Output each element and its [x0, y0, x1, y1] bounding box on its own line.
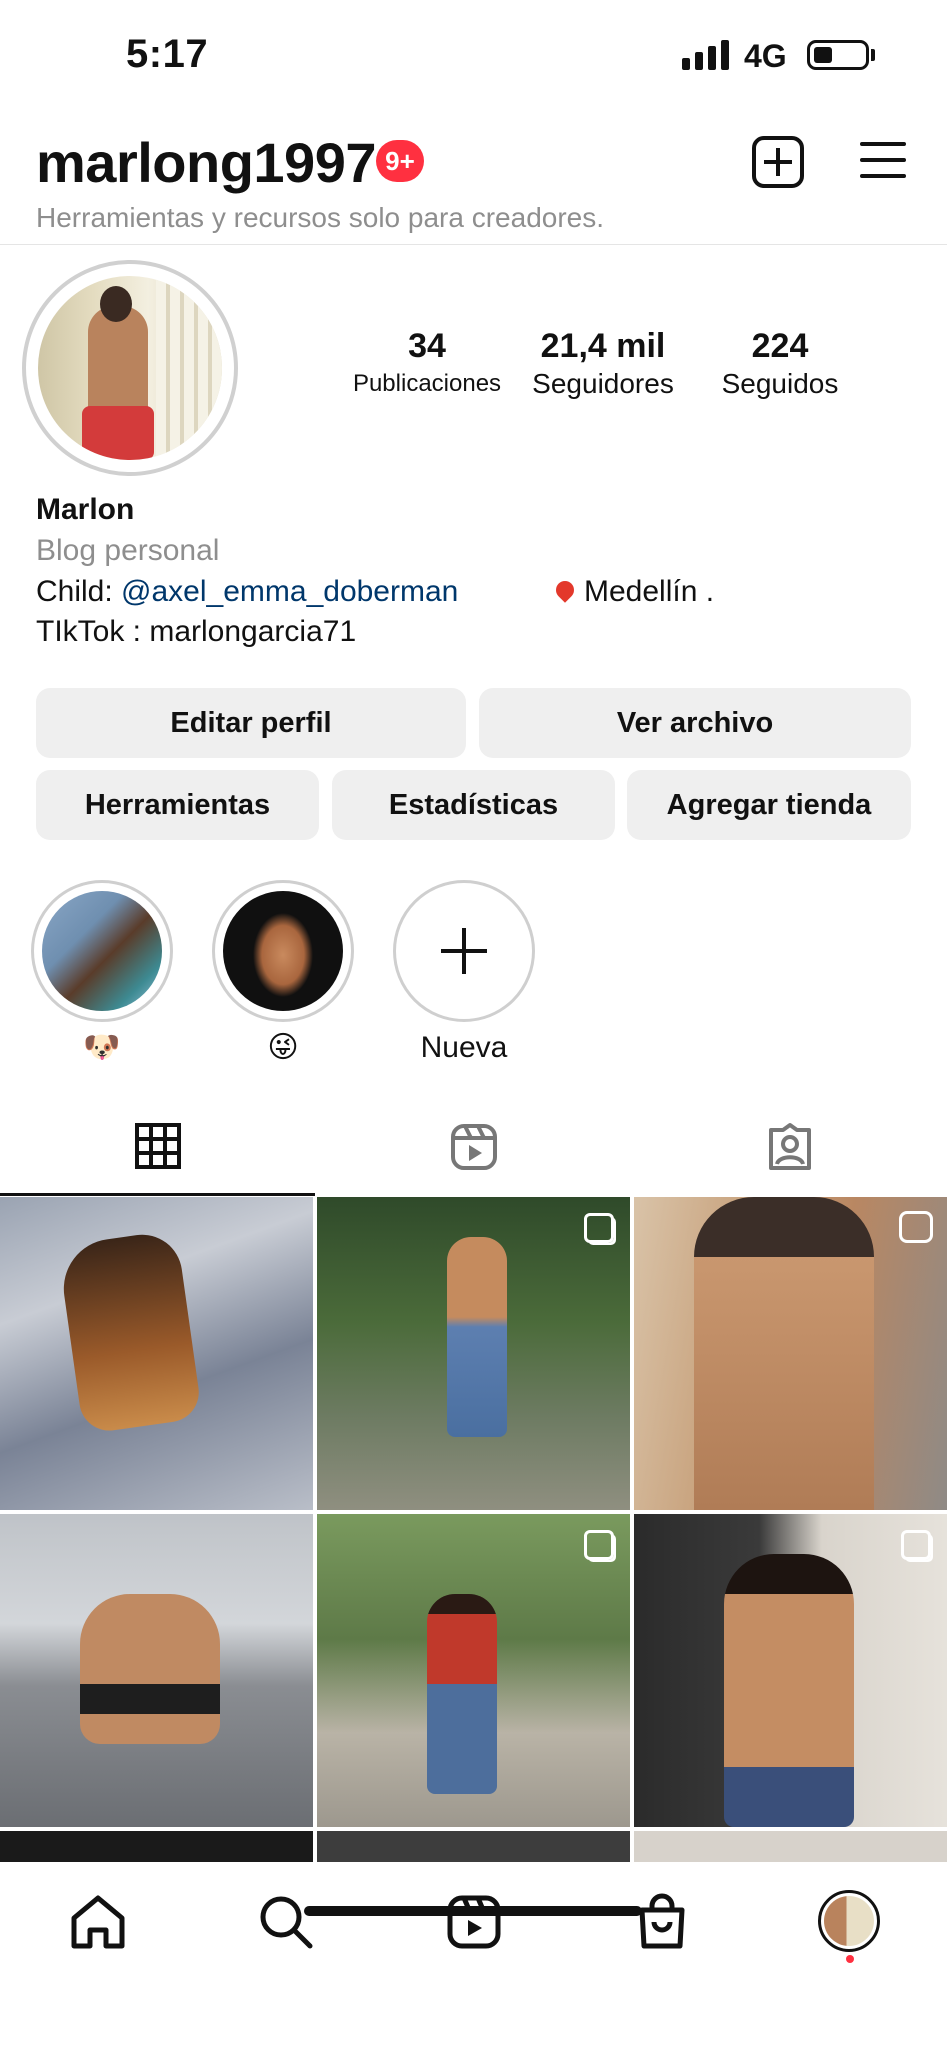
posts-grid: [0, 1197, 947, 1862]
cellular-signal-icon: [682, 38, 732, 70]
plus-icon: [441, 928, 487, 974]
stat-posts-value: 34: [408, 327, 446, 365]
status-bar: 5:17 4G: [0, 0, 947, 110]
view-archive-button[interactable]: Ver archivo: [479, 688, 911, 758]
highlight-cover-ring: [212, 880, 354, 1022]
battery-icon: [807, 40, 869, 70]
stat-followers[interactable]: 21,4 mil Seguidores: [508, 326, 698, 402]
post-thumbnail[interactable]: [0, 1514, 313, 1827]
nav-profile-avatar[interactable]: [818, 1890, 882, 1954]
bio-child-prefix: Child:: [36, 575, 122, 608]
highlight-label: 😜: [267, 1031, 299, 1064]
bio-tiktok: TIkTok : marlongarcia71: [36, 615, 357, 648]
profile-category: Blog personal: [36, 534, 220, 567]
stat-followers-value: 21,4 mil: [540, 327, 666, 365]
profile-content-tabs: [0, 1100, 947, 1196]
nav-shop-icon[interactable]: [630, 1890, 694, 1954]
creator-tools-banner[interactable]: Herramientas y recursos solo para creado…: [36, 202, 604, 234]
stat-posts[interactable]: 34 Publicaciones: [332, 326, 522, 402]
story-highlight-selfie[interactable]: 😜: [212, 880, 354, 1066]
stat-following-value: 224: [751, 327, 809, 365]
new-highlight-button[interactable]: Nueva: [393, 880, 535, 1066]
stat-followers-label: Seguidores: [532, 368, 674, 399]
stat-posts-label: Publicaciones: [352, 370, 502, 397]
tab-reels[interactable]: [316, 1100, 631, 1196]
network-type: 4G: [744, 38, 787, 74]
highlight-label: Nueva: [420, 1031, 508, 1064]
post-thumbnail[interactable]: [0, 1197, 313, 1510]
account-username[interactable]: marlong1997: [36, 130, 377, 195]
create-post-button[interactable]: [752, 136, 804, 188]
stat-following[interactable]: 224 Seguidos: [685, 326, 875, 402]
highlight-label: 🐶: [83, 1031, 121, 1064]
nav-search-icon[interactable]: [254, 1890, 318, 1954]
new-highlight-ring: [393, 880, 535, 1022]
add-shop-button[interactable]: Agregar tienda: [627, 770, 911, 840]
nav-home-icon[interactable]: [66, 1890, 130, 1954]
battery-tip: [871, 49, 875, 61]
notification-badge[interactable]: 9+: [376, 140, 424, 182]
post-thumbnail[interactable]: [317, 1514, 630, 1827]
nav-reels-icon[interactable]: [442, 1890, 506, 1954]
avatar-photo: [38, 276, 222, 460]
post-thumbnail[interactable]: [634, 1197, 947, 1510]
post-thumbnail[interactable]: [0, 1831, 313, 1862]
carousel-icon: [584, 1213, 614, 1243]
bottom-navigation: [0, 1862, 947, 2048]
story-highlight-dog[interactable]: 🐶: [31, 880, 173, 1066]
profile-avatar[interactable]: [22, 260, 238, 476]
post-thumbnail[interactable]: [317, 1197, 630, 1510]
carousel-icon: [584, 1530, 614, 1560]
tab-tagged[interactable]: [632, 1100, 947, 1196]
status-time: 5:17: [126, 32, 209, 76]
home-indicator[interactable]: [304, 1906, 642, 1916]
bio-location: Medellín .: [552, 572, 715, 612]
post-thumbnail[interactable]: [634, 1831, 947, 1862]
edit-profile-button[interactable]: Editar perfil: [36, 688, 466, 758]
highlight-cover-selfie: [223, 891, 343, 1011]
grid-icon: [134, 1123, 181, 1169]
tools-button[interactable]: Herramientas: [36, 770, 319, 840]
bio-line-child: Child: @axel_emma_doberman Medellín .: [36, 572, 916, 612]
stat-following-label: Seguidos: [721, 368, 839, 399]
tab-posts[interactable]: [0, 1100, 315, 1196]
post-thumbnail[interactable]: [634, 1514, 947, 1827]
profile-activity-dot: [846, 1955, 854, 1963]
tagged-person-icon: [768, 1123, 811, 1170]
carousel-icon: [901, 1530, 931, 1560]
bio-location-text: Medellín .: [584, 575, 715, 608]
profile-name: Marlon: [36, 493, 135, 526]
location-pin-icon: [552, 577, 578, 603]
profile-header: marlong1997 9+ Herramientas y recursos s…: [0, 110, 947, 245]
profile-bio: Marlon Blog personal Child: @axel_emma_d…: [36, 490, 916, 652]
reels-icon: [450, 1124, 497, 1170]
insights-button[interactable]: Estadísticas: [332, 770, 615, 840]
reel-icon: [899, 1211, 933, 1243]
highlight-cover-dog: [42, 891, 162, 1011]
post-thumbnail[interactable]: [317, 1831, 630, 1862]
bio-mention-link[interactable]: @axel_emma_doberman: [121, 575, 458, 608]
highlight-cover-ring: [31, 880, 173, 1022]
hamburger-menu-icon[interactable]: [860, 140, 906, 180]
